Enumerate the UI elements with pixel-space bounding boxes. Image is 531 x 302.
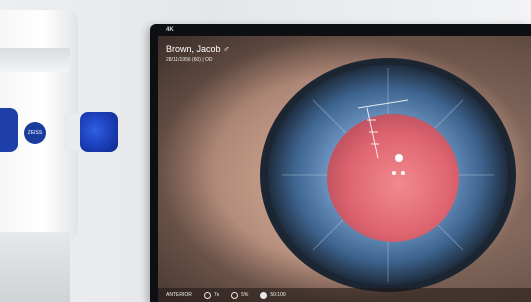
mode-label: ANTERIOR xyxy=(166,292,192,298)
ratio-value: 50:100 xyxy=(270,292,286,298)
ratio-status: 50:100 xyxy=(260,291,286,299)
sex-icon: ♂ xyxy=(223,44,230,54)
zoom-icon xyxy=(203,291,211,299)
microscope-collar xyxy=(0,48,70,72)
mode-status: ANTERIOR xyxy=(166,292,192,298)
zoom-status: 7x xyxy=(203,291,220,299)
patient-info: Brown, Jacob ♂ 28/11/1956 (60) | OD xyxy=(166,44,230,63)
patient-name: Brown, Jacob xyxy=(166,44,221,54)
light-value: 5% xyxy=(241,292,249,298)
eye-indicator: OD xyxy=(205,57,213,63)
surgical-monitor: 4K Brown, Jacob ♂ 28/11/1956 (60) | OD A… xyxy=(150,24,531,302)
microscope: ZEISS xyxy=(0,0,150,302)
patient-dob: 28/11/1956 (60) xyxy=(166,57,201,63)
left-focus-knob xyxy=(0,108,18,152)
microscope-base xyxy=(0,232,70,302)
zeiss-logo-icon: ZEISS xyxy=(24,122,46,144)
pupil xyxy=(327,114,459,242)
right-focus-knob xyxy=(80,112,118,152)
light-icon xyxy=(231,291,239,299)
live-eye-view: Brown, Jacob ♂ 28/11/1956 (60) | OD ANTE… xyxy=(158,36,531,302)
ratio-icon xyxy=(260,291,268,299)
monitor-4k-badge: 4K xyxy=(166,27,174,33)
zoom-value: 7x xyxy=(213,292,220,298)
reflection-spot xyxy=(395,154,403,162)
eye-image xyxy=(158,36,531,302)
light-status: 5% xyxy=(231,291,249,299)
status-bar: ANTERIOR 7x 5% 50:100 xyxy=(158,288,531,302)
